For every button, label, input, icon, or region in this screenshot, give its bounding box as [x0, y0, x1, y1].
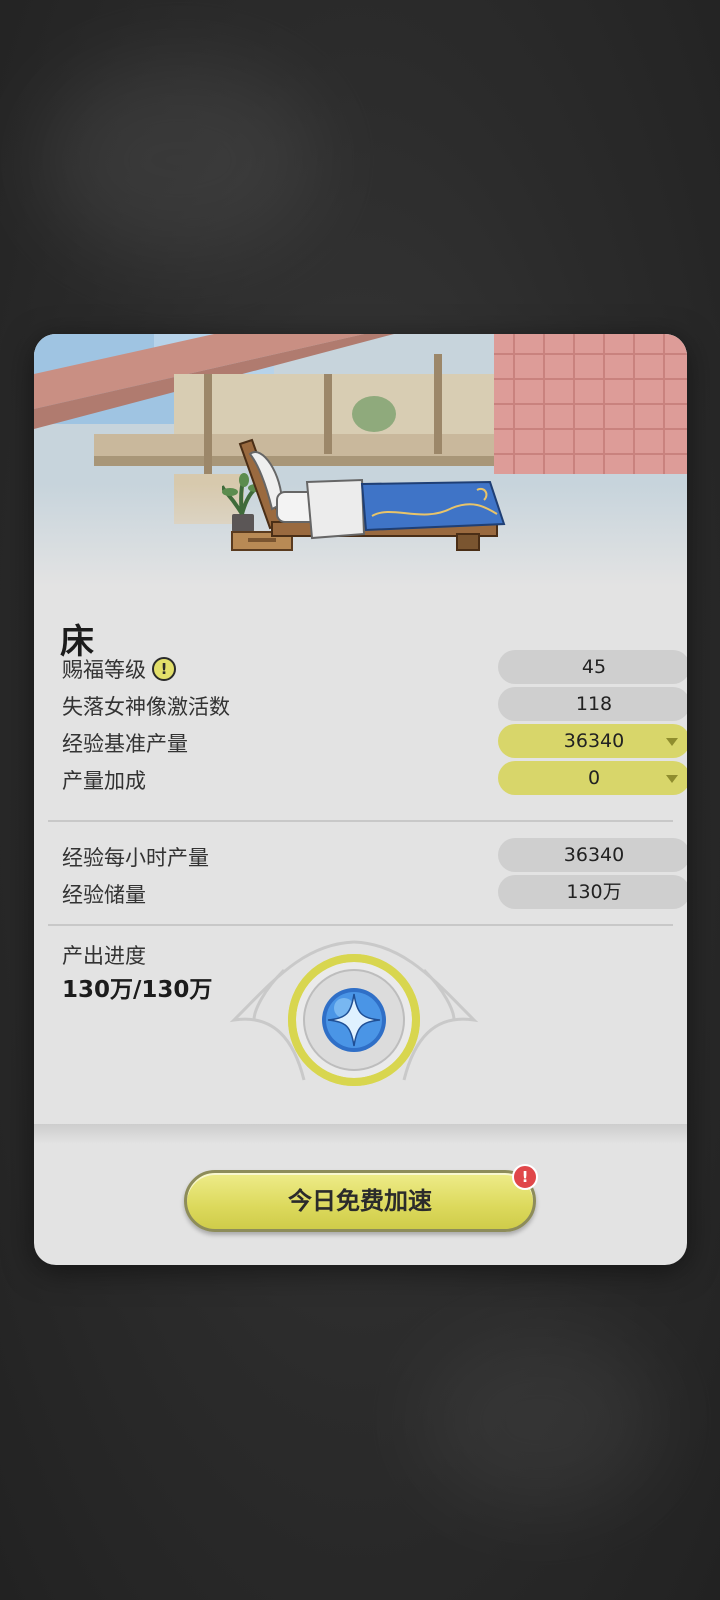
section-divider [48, 924, 673, 926]
stat-value: 45 [498, 650, 687, 684]
output-row-storage: 经验储量 130万 [62, 875, 687, 909]
progress-label: 产出进度 [62, 944, 146, 968]
stat-label: 经验基准产量 [62, 732, 188, 756]
caret-down-icon [666, 738, 678, 746]
stat-label: 失落女神像激活数 [62, 695, 230, 719]
stat-row-output-bonus: 产量加成 0 [62, 761, 687, 795]
section-divider [48, 820, 673, 822]
stat-row-base-output: 经验基准产量 36340 [62, 724, 687, 758]
stat-row-blessing-level: 赐福等级 ! 45 [62, 650, 687, 684]
backdrop-shape [420, 1330, 660, 1510]
bed-illustration [220, 434, 522, 574]
stat-value: 118 [498, 687, 687, 721]
free-boost-button[interactable]: 今日免费加速 [184, 1170, 536, 1232]
output-row-hourly: 经验每小时产量 36340 [62, 838, 687, 872]
dropdown-value: 0 [587, 767, 601, 789]
building-detail-card: 床 赐福等级 ! 45 失落女神像激活数 118 经验基准产量 36340 产量… [34, 334, 687, 1265]
caret-down-icon [666, 775, 678, 783]
output-label: 经验每小时产量 [62, 846, 209, 870]
backdrop-shape [40, 60, 320, 260]
stat-row-statue-count: 失落女神像激活数 118 [62, 687, 687, 721]
output-bonus-dropdown[interactable]: 0 [498, 761, 687, 795]
progress-value: 130万/130万 [62, 977, 213, 1003]
stat-label: 产量加成 [62, 769, 146, 793]
output-value: 36340 [498, 838, 687, 872]
output-label: 经验储量 [62, 883, 146, 907]
experience-orb-icon [322, 988, 386, 1052]
production-progress-ring[interactable] [224, 930, 484, 1110]
output-value: 130万 [498, 875, 687, 909]
dropdown-value: 36340 [563, 730, 625, 752]
bottom-separator [34, 1124, 687, 1144]
base-output-dropdown[interactable]: 36340 [498, 724, 687, 758]
info-icon[interactable]: ! [152, 657, 176, 681]
stat-label: 赐福等级 [62, 658, 146, 682]
alert-badge-icon: ! [512, 1164, 538, 1190]
